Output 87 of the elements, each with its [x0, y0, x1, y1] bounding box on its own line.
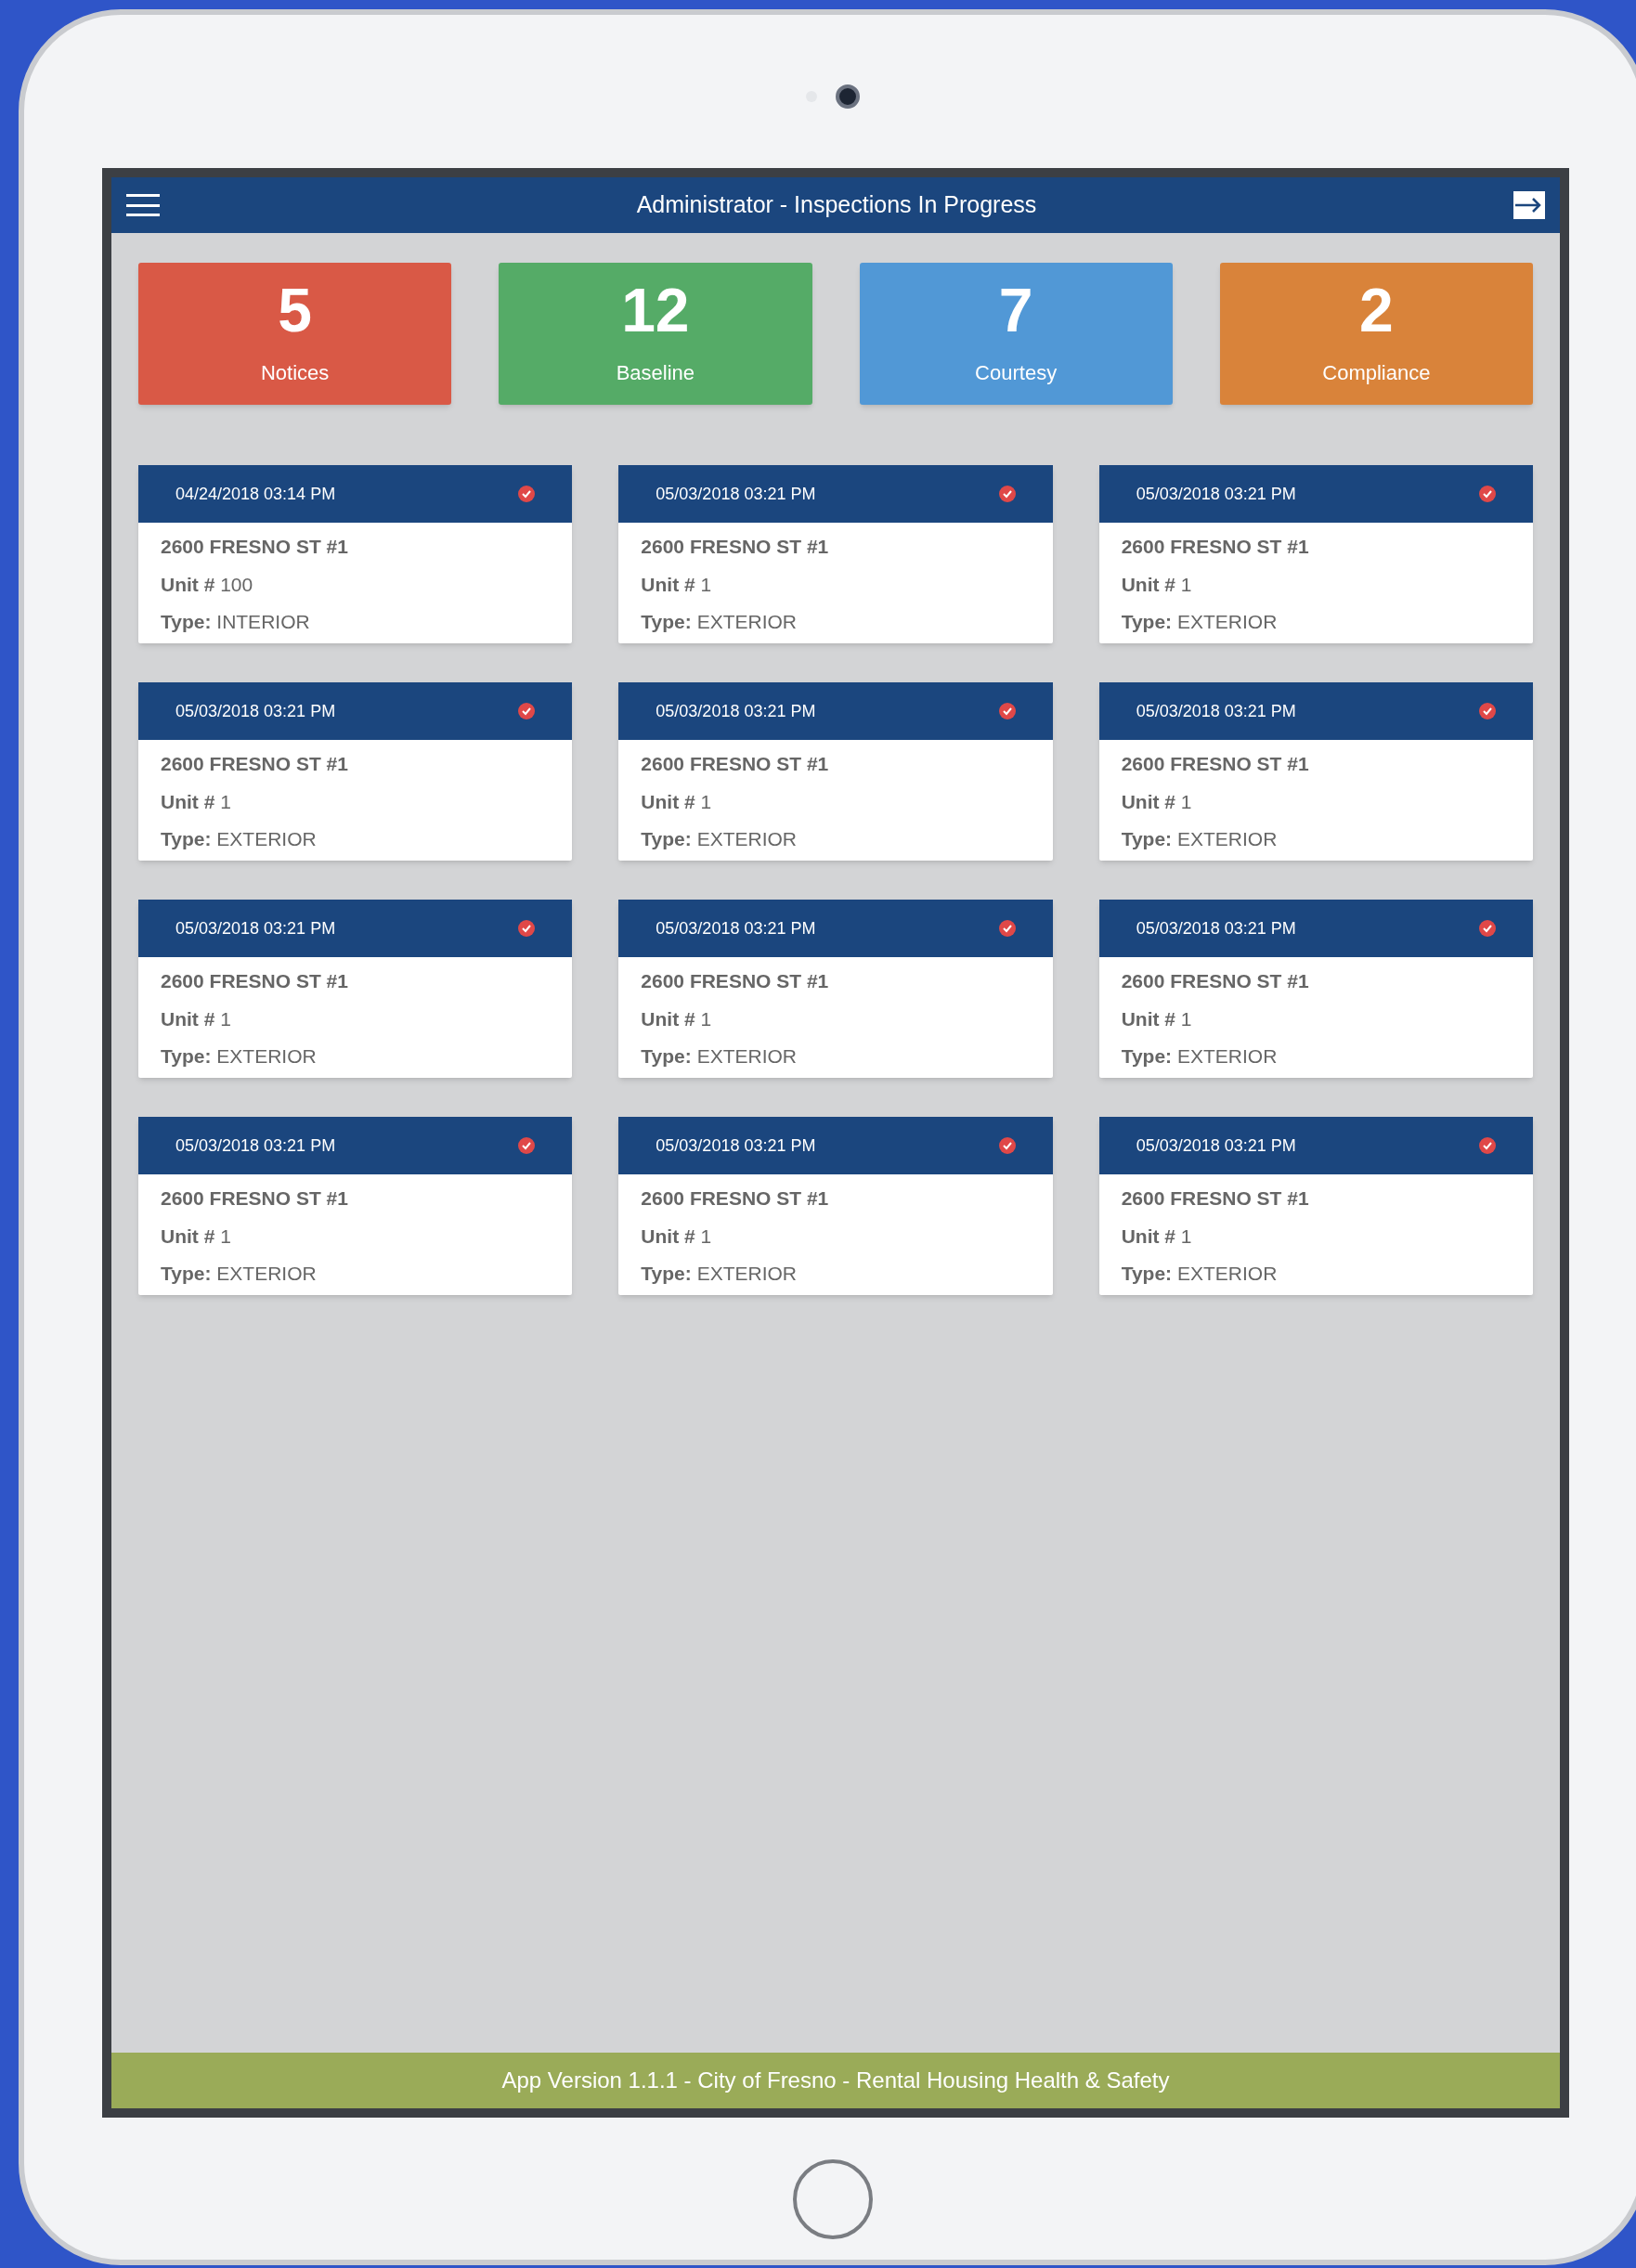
stat-count: 12	[621, 279, 690, 341]
check-icon	[1479, 486, 1496, 502]
card-type: Type: EXTERIOR	[161, 827, 318, 851]
card-type: Type: EXTERIOR	[1121, 610, 1279, 634]
logout-icon[interactable]	[1513, 191, 1545, 219]
inspection-card[interactable]: 05/03/2018 03:21 PM 2600 FRESNO ST #1 Unit # 1 Type: EXTERIOR	[138, 682, 573, 861]
card-type: Type: EXTERIOR	[1121, 1044, 1279, 1069]
stat-count: 5	[278, 279, 312, 341]
card-date: 05/03/2018 03:21 PM	[656, 700, 816, 722]
card-type: Type: EXTERIOR	[641, 827, 798, 851]
camera-icon	[836, 84, 860, 109]
card-date: 05/03/2018 03:21 PM	[1136, 483, 1296, 505]
check-icon	[518, 920, 536, 937]
stat-label: Baseline	[616, 360, 695, 386]
card-unit: Unit # 1	[161, 1006, 232, 1031]
card-unit: Unit # 1	[1121, 789, 1193, 814]
card-date: 05/03/2018 03:21 PM	[656, 1134, 816, 1157]
card-date: 05/03/2018 03:21 PM	[656, 917, 816, 940]
inspection-card[interactable]: 05/03/2018 03:21 PM 2600 FRESNO ST #1 Unit # 1 Type: EXTERIOR	[618, 465, 1053, 643]
inspection-card[interactable]: 05/03/2018 03:21 PM 2600 FRESNO ST #1 Unit # 1 Type: EXTERIOR	[138, 900, 573, 1078]
card-type: Type: EXTERIOR	[641, 1262, 798, 1286]
card-type: Type: EXTERIOR	[641, 610, 798, 634]
check-icon	[518, 1137, 536, 1154]
card-address: 2600 FRESNO ST #1	[161, 752, 349, 776]
card-date: 05/03/2018 03:21 PM	[1136, 700, 1296, 722]
card-type: Type: EXTERIOR	[1121, 827, 1279, 851]
check-icon	[1479, 703, 1496, 719]
card-unit: Unit # 1	[641, 1006, 713, 1031]
card-address: 2600 FRESNO ST #1	[641, 1186, 830, 1211]
inspection-card[interactable]: 05/03/2018 03:21 PM 2600 FRESNO ST #1 Unit # 1 Type: EXTERIOR	[138, 1117, 573, 1295]
card-address: 2600 FRESNO ST #1	[161, 969, 349, 993]
stat-label: Compliance	[1322, 360, 1431, 386]
card-unit: Unit # 1	[1121, 1006, 1193, 1031]
card-date: 05/03/2018 03:21 PM	[1136, 1134, 1296, 1157]
card-unit: Unit # 1	[1121, 1224, 1193, 1249]
menu-icon[interactable]	[126, 194, 160, 216]
check-icon	[1479, 920, 1496, 937]
card-date: 04/24/2018 03:14 PM	[175, 483, 336, 505]
card-date: 05/03/2018 03:21 PM	[175, 1134, 336, 1157]
stat-count: 7	[998, 279, 1033, 341]
check-icon	[998, 486, 1016, 502]
check-icon	[518, 703, 536, 719]
card-date: 05/03/2018 03:21 PM	[175, 700, 336, 722]
card-type: Type: EXTERIOR	[161, 1262, 318, 1286]
card-address: 2600 FRESNO ST #1	[161, 1186, 349, 1211]
window-title: Administrator - Inspections In Progress	[635, 190, 1038, 220]
card-address: 2600 FRESNO ST #1	[1121, 535, 1310, 559]
card-address: 2600 FRESNO ST #1	[641, 535, 830, 559]
inspection-card[interactable]: 05/03/2018 03:21 PM 2600 FRESNO ST #1 Unit # 1 Type: EXTERIOR	[618, 900, 1053, 1078]
check-icon	[518, 486, 536, 502]
card-date: 05/03/2018 03:21 PM	[656, 483, 816, 505]
check-icon	[998, 920, 1016, 937]
check-icon	[1479, 1137, 1496, 1154]
card-unit: Unit # 1	[641, 1224, 713, 1249]
inspection-card[interactable]: 05/03/2018 03:21 PM 2600 FRESNO ST #1 Unit # 1 Type: EXTERIOR	[1098, 900, 1533, 1078]
card-unit: Unit # 1	[641, 789, 713, 814]
stat-count: 2	[1359, 279, 1394, 341]
card-unit: Unit # 100	[161, 572, 254, 597]
card-address: 2600 FRESNO ST #1	[1121, 1186, 1310, 1211]
card-type: Type: INTERIOR	[161, 610, 311, 634]
card-address: 2600 FRESNO ST #1	[1121, 969, 1310, 993]
inspection-card[interactable]: 05/03/2018 03:21 PM 2600 FRESNO ST #1 Unit # 1 Type: EXTERIOR	[1098, 465, 1533, 643]
inspection-card[interactable]: 05/03/2018 03:21 PM 2600 FRESNO ST #1 Unit # 1 Type: EXTERIOR	[618, 1117, 1053, 1295]
inspection-card[interactable]: 04/24/2018 03:14 PM 2600 FRESNO ST #1 Unit # 100 Type: INTERIOR	[138, 465, 573, 643]
card-type: Type: EXTERIOR	[161, 1044, 318, 1069]
card-address: 2600 FRESNO ST #1	[1121, 752, 1310, 776]
card-unit: Unit # 1	[161, 789, 232, 814]
check-icon	[998, 1137, 1016, 1154]
card-address: 2600 FRESNO ST #1	[161, 535, 349, 559]
card-unit: Unit # 1	[1121, 572, 1193, 597]
check-icon	[998, 703, 1016, 719]
card-date: 05/03/2018 03:21 PM	[175, 917, 336, 940]
card-address: 2600 FRESNO ST #1	[641, 969, 830, 993]
home-button[interactable]	[793, 2159, 873, 2239]
footer-text: App Version 1.1.1 - City of Fresno - Rental Housing Health & Safety	[501, 2067, 1170, 2094]
stat-label: Courtesy	[975, 360, 1058, 386]
card-type: Type: EXTERIOR	[641, 1044, 798, 1069]
inspection-card[interactable]: 05/03/2018 03:21 PM 2600 FRESNO ST #1 Unit # 1 Type: EXTERIOR	[618, 682, 1053, 861]
card-unit: Unit # 1	[161, 1224, 232, 1249]
stat-tile[interactable]: 5 Notices	[138, 263, 452, 405]
card-address: 2600 FRESNO ST #1	[641, 752, 830, 776]
inspection-card[interactable]: 05/03/2018 03:21 PM 2600 FRESNO ST #1 Unit # 1 Type: EXTERIOR	[1098, 1117, 1533, 1295]
card-date: 05/03/2018 03:21 PM	[1136, 917, 1296, 940]
stat-label: Notices	[260, 360, 330, 386]
inspection-card[interactable]: 05/03/2018 03:21 PM 2600 FRESNO ST #1 Unit # 1 Type: EXTERIOR	[1098, 682, 1533, 861]
card-unit: Unit # 1	[641, 572, 713, 597]
card-type: Type: EXTERIOR	[1121, 1262, 1279, 1286]
